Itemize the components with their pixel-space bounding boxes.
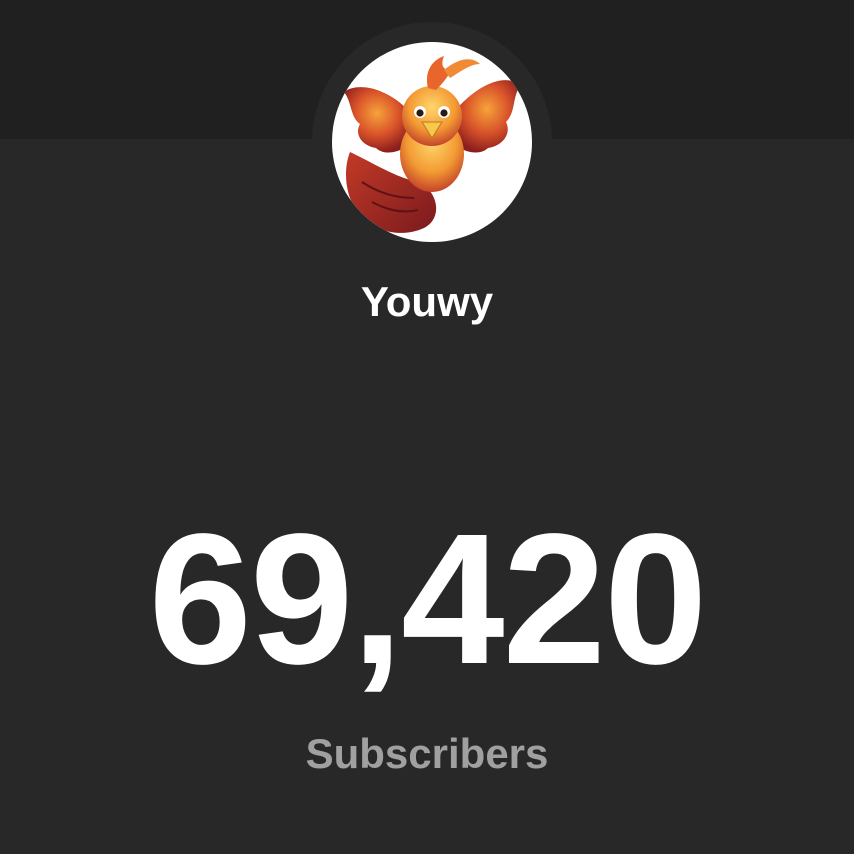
phoenix-bird-icon bbox=[344, 56, 520, 233]
subscriber-label: Subscribers bbox=[305, 730, 549, 777]
subscriber-count: 69,420 bbox=[148, 496, 708, 703]
channel-avatar[interactable] bbox=[332, 42, 532, 242]
channel-name[interactable]: Youwy bbox=[0, 276, 854, 328]
